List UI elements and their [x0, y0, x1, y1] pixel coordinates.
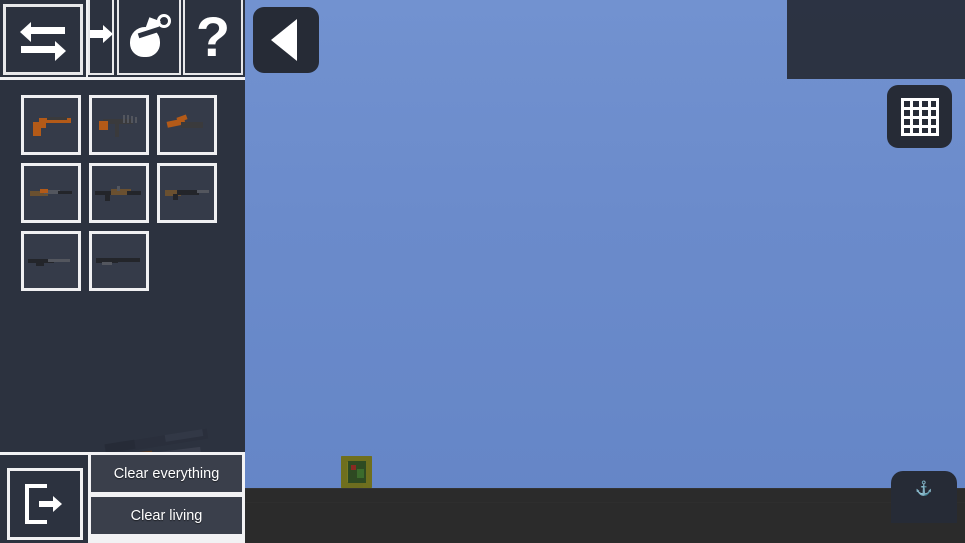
game-screen: ? Clear everything Clear living ⚓ — [0, 0, 965, 543]
sidebar-tabstrip: ? — [0, 0, 245, 80]
inventory-row — [21, 163, 221, 223]
arrow-right-icon — [90, 22, 113, 46]
weapon-slot-shotgun[interactable] — [89, 231, 149, 291]
weapon-slot-sniper-rifle[interactable] — [21, 231, 81, 291]
weapon-slot-assault-rifle[interactable] — [89, 163, 149, 223]
exit-door-icon — [25, 484, 65, 524]
weapon-slot-submachine-gun[interactable] — [89, 95, 149, 155]
anchor-icon: ⚓ — [915, 480, 933, 496]
inventory-row — [21, 95, 221, 155]
npc-character[interactable] — [341, 456, 372, 488]
tabstrip-divider-vertical — [86, 0, 88, 79]
clear-everything-button[interactable]: Clear everything — [91, 455, 242, 492]
sidebar-item-swap[interactable] — [3, 4, 83, 75]
clear-buttons-group: Clear everything Clear living — [88, 452, 245, 543]
left-sidebar-panel: ? Clear everything Clear living — [0, 0, 245, 543]
spawn-button[interactable]: ⚓ — [891, 471, 957, 523]
back-triangle-icon — [271, 19, 297, 61]
npc-marker-red — [351, 465, 356, 470]
inventory-row — [21, 231, 221, 291]
clear-living-button[interactable]: Clear living — [91, 497, 242, 534]
sidebar-item-next[interactable] — [88, 0, 114, 75]
question-mark-icon: ? — [195, 4, 231, 68]
grid-icon — [900, 97, 939, 136]
playback-controls-panel — [787, 0, 965, 79]
weapon-inventory-grid — [21, 95, 221, 299]
weapon-slot-carbine[interactable] — [21, 163, 81, 223]
sidebar-item-grenade[interactable] — [117, 0, 181, 75]
back-button[interactable] — [253, 7, 319, 73]
grenade-icon — [126, 13, 172, 61]
tabstrip-divider — [0, 77, 245, 80]
weapon-slot-sawed-off-shotgun[interactable] — [157, 95, 217, 155]
swap-arrows-icon — [20, 21, 66, 61]
grid-button[interactable] — [887, 85, 952, 148]
exit-button[interactable] — [7, 468, 83, 540]
npc-legs — [350, 483, 363, 488]
npc-marker-green — [357, 469, 364, 478]
weapon-slot-pistol[interactable] — [21, 95, 81, 155]
weapon-slot-battle-rifle[interactable] — [157, 163, 217, 223]
sidebar-item-help[interactable]: ? — [183, 0, 243, 75]
